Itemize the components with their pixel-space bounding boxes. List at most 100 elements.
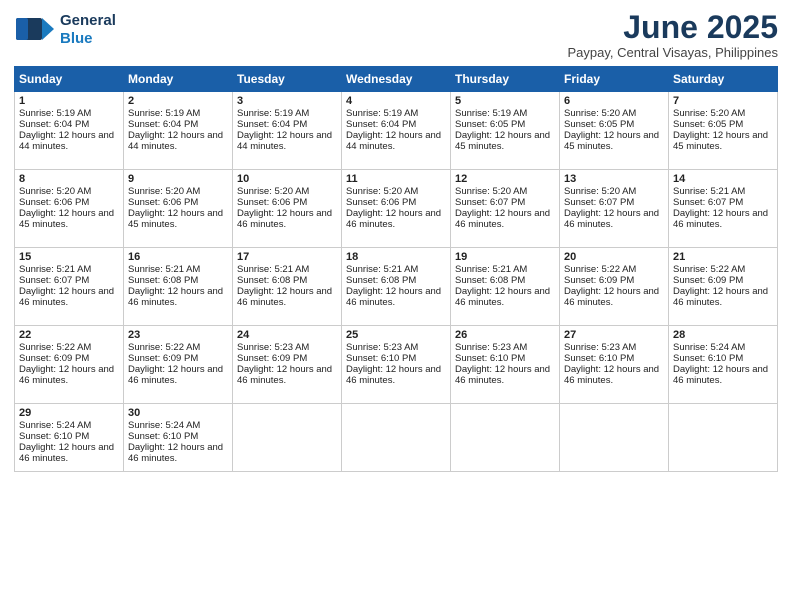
sunset: Sunset: 6:06 PM bbox=[128, 197, 228, 208]
day-number: 17 bbox=[237, 251, 337, 263]
sunrise: Sunrise: 5:20 AM bbox=[673, 108, 773, 119]
daylight: Daylight: 12 hours and 46 minutes. bbox=[346, 286, 446, 308]
table-row: 20 Sunrise: 5:22 AM Sunset: 6:09 PM Dayl… bbox=[560, 248, 669, 326]
calendar-table: Sunday Monday Tuesday Wednesday Thursday… bbox=[14, 66, 778, 472]
col-monday: Monday bbox=[124, 67, 233, 92]
table-row: 24 Sunrise: 5:23 AM Sunset: 6:09 PM Dayl… bbox=[233, 326, 342, 404]
sunrise: Sunrise: 5:20 AM bbox=[346, 186, 446, 197]
logo-blue: Blue bbox=[60, 30, 116, 48]
calendar-week: 22 Sunrise: 5:22 AM Sunset: 6:09 PM Dayl… bbox=[15, 326, 778, 404]
sunset: Sunset: 6:07 PM bbox=[19, 275, 119, 286]
sunset: Sunset: 6:09 PM bbox=[19, 353, 119, 364]
sunrise: Sunrise: 5:19 AM bbox=[346, 108, 446, 119]
sunrise: Sunrise: 5:24 AM bbox=[19, 420, 119, 431]
sunrise: Sunrise: 5:22 AM bbox=[564, 264, 664, 275]
table-row: 18 Sunrise: 5:21 AM Sunset: 6:08 PM Dayl… bbox=[342, 248, 451, 326]
sunset: Sunset: 6:05 PM bbox=[455, 119, 555, 130]
table-row: 12 Sunrise: 5:20 AM Sunset: 6:07 PM Dayl… bbox=[451, 170, 560, 248]
empty-cell bbox=[451, 404, 560, 472]
col-tuesday: Tuesday bbox=[233, 67, 342, 92]
sunrise: Sunrise: 5:20 AM bbox=[455, 186, 555, 197]
day-number: 4 bbox=[346, 95, 446, 107]
sunrise: Sunrise: 5:19 AM bbox=[128, 108, 228, 119]
table-row: 6 Sunrise: 5:20 AM Sunset: 6:05 PM Dayli… bbox=[560, 92, 669, 170]
sunset: Sunset: 6:06 PM bbox=[237, 197, 337, 208]
header: General Blue June 2025 Paypay, Central V… bbox=[14, 10, 778, 60]
sunrise: Sunrise: 5:24 AM bbox=[128, 420, 228, 431]
daylight: Daylight: 12 hours and 44 minutes. bbox=[19, 130, 119, 152]
calendar-week: 1 Sunrise: 5:19 AM Sunset: 6:04 PM Dayli… bbox=[15, 92, 778, 170]
sunset: Sunset: 6:10 PM bbox=[564, 353, 664, 364]
day-number: 30 bbox=[128, 407, 228, 419]
daylight: Daylight: 12 hours and 44 minutes. bbox=[237, 130, 337, 152]
sunset: Sunset: 6:08 PM bbox=[455, 275, 555, 286]
sunset: Sunset: 6:07 PM bbox=[455, 197, 555, 208]
daylight: Daylight: 12 hours and 44 minutes. bbox=[128, 130, 228, 152]
table-row: 3 Sunrise: 5:19 AM Sunset: 6:04 PM Dayli… bbox=[233, 92, 342, 170]
daylight: Daylight: 12 hours and 46 minutes. bbox=[564, 286, 664, 308]
table-row: 8 Sunrise: 5:20 AM Sunset: 6:06 PM Dayli… bbox=[15, 170, 124, 248]
col-sunday: Sunday bbox=[15, 67, 124, 92]
daylight: Daylight: 12 hours and 45 minutes. bbox=[19, 208, 119, 230]
daylight: Daylight: 12 hours and 46 minutes. bbox=[564, 208, 664, 230]
daylight: Daylight: 12 hours and 46 minutes. bbox=[128, 364, 228, 386]
daylight: Daylight: 12 hours and 45 minutes. bbox=[564, 130, 664, 152]
sunset: Sunset: 6:10 PM bbox=[455, 353, 555, 364]
day-number: 22 bbox=[19, 329, 119, 341]
day-number: 15 bbox=[19, 251, 119, 263]
table-row: 30 Sunrise: 5:24 AM Sunset: 6:10 PM Dayl… bbox=[124, 404, 233, 472]
sunrise: Sunrise: 5:23 AM bbox=[346, 342, 446, 353]
table-row: 9 Sunrise: 5:20 AM Sunset: 6:06 PM Dayli… bbox=[124, 170, 233, 248]
sunrise: Sunrise: 5:21 AM bbox=[237, 264, 337, 275]
daylight: Daylight: 12 hours and 46 minutes. bbox=[19, 286, 119, 308]
sunrise: Sunrise: 5:19 AM bbox=[237, 108, 337, 119]
sunset: Sunset: 6:06 PM bbox=[19, 197, 119, 208]
day-number: 8 bbox=[19, 173, 119, 185]
sunset: Sunset: 6:09 PM bbox=[564, 275, 664, 286]
day-number: 3 bbox=[237, 95, 337, 107]
sunset: Sunset: 6:09 PM bbox=[237, 353, 337, 364]
sunset: Sunset: 6:04 PM bbox=[346, 119, 446, 130]
sunrise: Sunrise: 5:21 AM bbox=[455, 264, 555, 275]
day-number: 20 bbox=[564, 251, 664, 263]
daylight: Daylight: 12 hours and 46 minutes. bbox=[237, 208, 337, 230]
table-row: 21 Sunrise: 5:22 AM Sunset: 6:09 PM Dayl… bbox=[669, 248, 778, 326]
table-row: 14 Sunrise: 5:21 AM Sunset: 6:07 PM Dayl… bbox=[669, 170, 778, 248]
sunset: Sunset: 6:10 PM bbox=[346, 353, 446, 364]
daylight: Daylight: 12 hours and 46 minutes. bbox=[673, 286, 773, 308]
table-row: 5 Sunrise: 5:19 AM Sunset: 6:05 PM Dayli… bbox=[451, 92, 560, 170]
sunset: Sunset: 6:07 PM bbox=[673, 197, 773, 208]
day-number: 11 bbox=[346, 173, 446, 185]
sunset: Sunset: 6:08 PM bbox=[128, 275, 228, 286]
calendar-week: 15 Sunrise: 5:21 AM Sunset: 6:07 PM Dayl… bbox=[15, 248, 778, 326]
table-row: 10 Sunrise: 5:20 AM Sunset: 6:06 PM Dayl… bbox=[233, 170, 342, 248]
day-number: 25 bbox=[346, 329, 446, 341]
sunset: Sunset: 6:10 PM bbox=[128, 431, 228, 442]
table-row: 27 Sunrise: 5:23 AM Sunset: 6:10 PM Dayl… bbox=[560, 326, 669, 404]
table-row: 4 Sunrise: 5:19 AM Sunset: 6:04 PM Dayli… bbox=[342, 92, 451, 170]
empty-cell bbox=[233, 404, 342, 472]
daylight: Daylight: 12 hours and 45 minutes. bbox=[673, 130, 773, 152]
calendar-week: 29 Sunrise: 5:24 AM Sunset: 6:10 PM Dayl… bbox=[15, 404, 778, 472]
daylight: Daylight: 12 hours and 46 minutes. bbox=[673, 208, 773, 230]
sunrise: Sunrise: 5:20 AM bbox=[564, 108, 664, 119]
sunrise: Sunrise: 5:21 AM bbox=[128, 264, 228, 275]
daylight: Daylight: 12 hours and 46 minutes. bbox=[346, 208, 446, 230]
col-thursday: Thursday bbox=[451, 67, 560, 92]
sunrise: Sunrise: 5:20 AM bbox=[237, 186, 337, 197]
day-number: 13 bbox=[564, 173, 664, 185]
daylight: Daylight: 12 hours and 46 minutes. bbox=[19, 364, 119, 386]
daylight: Daylight: 12 hours and 45 minutes. bbox=[455, 130, 555, 152]
title-block: June 2025 Paypay, Central Visayas, Phili… bbox=[567, 10, 778, 60]
sunset: Sunset: 6:06 PM bbox=[346, 197, 446, 208]
day-number: 10 bbox=[237, 173, 337, 185]
daylight: Daylight: 12 hours and 46 minutes. bbox=[19, 442, 119, 464]
day-number: 18 bbox=[346, 251, 446, 263]
daylight: Daylight: 12 hours and 46 minutes. bbox=[455, 364, 555, 386]
empty-cell bbox=[560, 404, 669, 472]
month-title: June 2025 bbox=[567, 10, 778, 45]
day-number: 7 bbox=[673, 95, 773, 107]
table-row: 23 Sunrise: 5:22 AM Sunset: 6:09 PM Dayl… bbox=[124, 326, 233, 404]
sunset: Sunset: 6:05 PM bbox=[564, 119, 664, 130]
col-saturday: Saturday bbox=[669, 67, 778, 92]
